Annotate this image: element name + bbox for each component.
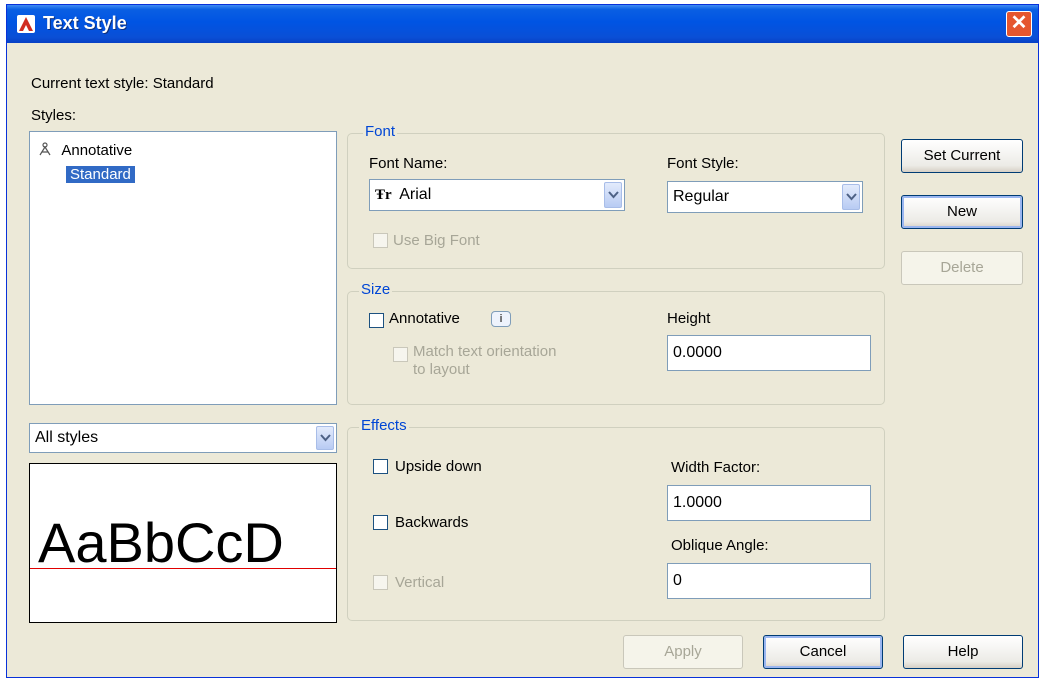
info-icon[interactable]: i: [491, 311, 511, 327]
apply-button[interactable]: Apply: [623, 635, 743, 669]
vertical-checkbox[interactable]: [373, 575, 388, 590]
current-style-label: Current text style:: [31, 75, 149, 92]
close-icon: ✕: [1010, 12, 1028, 34]
cancel-button[interactable]: Cancel: [763, 635, 883, 669]
use-big-font-label: Use Big Font: [393, 232, 480, 249]
autocad-app-icon: [17, 15, 35, 33]
styles-label: Styles:: [31, 107, 77, 124]
oblique-angle-label: Oblique Angle:: [671, 537, 769, 554]
upside-down-label: Upside down: [395, 458, 482, 475]
height-input[interactable]: 0.0000: [667, 335, 871, 371]
font-style-select[interactable]: Regular: [667, 181, 863, 213]
window-title: Text Style: [43, 13, 127, 33]
current-style-row: Current text style: Standard: [31, 75, 214, 92]
chevron-down-icon[interactable]: [842, 184, 860, 210]
size-group-label: Size: [359, 281, 393, 298]
styles-list[interactable]: Annotative Standard: [29, 131, 337, 405]
width-factor-label: Width Factor:: [671, 459, 761, 476]
new-button[interactable]: New: [901, 195, 1023, 229]
upside-down-checkbox[interactable]: [373, 459, 388, 474]
preview-text: AaBbCcD: [38, 511, 284, 574]
style-name: Standard: [70, 166, 131, 183]
font-name-label: Font Name:: [369, 155, 448, 172]
chevron-down-icon[interactable]: [604, 182, 622, 208]
chevron-down-icon[interactable]: [316, 426, 334, 450]
font-style-label: Font Style:: [667, 155, 739, 172]
annotative-label: Annotative: [389, 310, 460, 327]
match-orientation-line2: to layout: [413, 361, 470, 378]
style-filter-select[interactable]: All styles: [29, 423, 337, 453]
current-style-value: Standard: [152, 75, 214, 92]
annotative-icon: [39, 142, 51, 156]
effects-group-label: Effects: [359, 417, 409, 434]
set-current-button[interactable]: Set Current: [901, 139, 1023, 173]
vertical-label: Vertical: [395, 574, 445, 591]
font-group-label: Font: [363, 123, 398, 140]
match-orientation-line1: Match text orientation: [413, 343, 557, 360]
use-big-font-checkbox[interactable]: [373, 233, 388, 248]
backwards-label: Backwards: [395, 514, 469, 531]
height-label: Height: [667, 310, 711, 327]
style-filter-value: All styles: [35, 429, 99, 446]
truetype-font-icon: Ŧr: [375, 187, 392, 203]
match-orientation-label: Match text orientation to layout: [413, 343, 556, 379]
oblique-angle-input[interactable]: 0: [667, 563, 871, 599]
width-factor-input[interactable]: 1.0000: [667, 485, 871, 521]
list-item[interactable]: Annotative: [38, 142, 132, 159]
match-orientation-checkbox[interactable]: [393, 347, 408, 362]
font-style-value: Regular: [673, 188, 730, 205]
close-button[interactable]: ✕: [1006, 11, 1032, 37]
annotative-checkbox[interactable]: [369, 313, 384, 328]
style-name: Annotative: [61, 142, 133, 159]
style-preview: AaBbCcD: [29, 463, 337, 623]
backwards-checkbox[interactable]: [373, 515, 388, 530]
info-badge-text: i: [499, 313, 503, 325]
text-style-dialog: Text Style ✕ Current text style: Standar…: [6, 4, 1039, 678]
help-button[interactable]: Help: [903, 635, 1023, 669]
font-name-value: Arial: [399, 186, 432, 203]
title-bar[interactable]: Text Style ✕: [7, 5, 1038, 43]
list-item[interactable]: Standard: [65, 165, 136, 184]
preview-baseline: [30, 568, 336, 569]
delete-button[interactable]: Delete: [901, 251, 1023, 285]
font-name-select[interactable]: Ŧr Arial: [369, 179, 625, 211]
